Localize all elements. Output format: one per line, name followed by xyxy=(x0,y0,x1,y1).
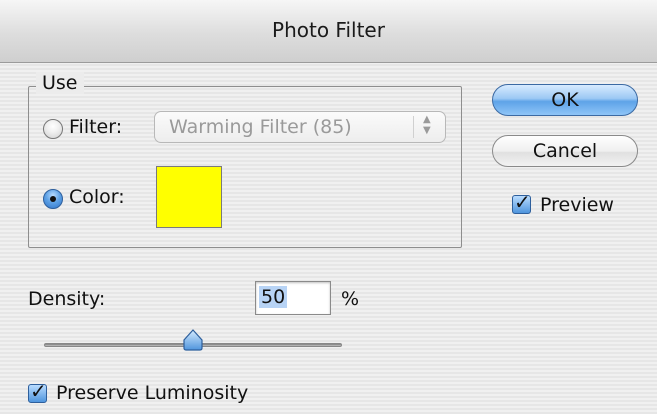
filter-select: Warming Filter (85) ▲ ▼ xyxy=(154,111,446,143)
use-group-legend: Use xyxy=(36,72,84,94)
ok-button[interactable]: OK xyxy=(492,84,638,116)
density-label: Density: xyxy=(28,288,106,310)
preserve-luminosity-checkbox[interactable]: ✓ xyxy=(28,379,47,403)
color-radio[interactable] xyxy=(43,189,63,209)
up-down-arrows-icon: ▲ ▼ xyxy=(423,114,431,136)
preserve-luminosity-label: Preserve Luminosity xyxy=(56,382,249,404)
checkmark-icon: ✓ xyxy=(514,190,531,214)
checkmark-icon: ✓ xyxy=(30,379,47,403)
color-label: Color: xyxy=(69,186,125,208)
preview-checkbox[interactable]: ✓ xyxy=(512,190,531,214)
filter-label: Filter: xyxy=(69,116,123,138)
dialog-titlebar: Photo Filter xyxy=(0,0,657,63)
density-value: 50 xyxy=(259,286,288,308)
filter-select-value: Warming Filter (85) xyxy=(169,116,352,138)
select-divider xyxy=(413,116,414,138)
preview-label: Preview xyxy=(540,194,614,216)
cancel-button[interactable]: Cancel xyxy=(492,135,638,167)
color-swatch[interactable] xyxy=(156,166,222,228)
density-slider-thumb[interactable] xyxy=(181,328,205,352)
filter-radio[interactable] xyxy=(43,119,63,139)
density-input[interactable]: 50 xyxy=(255,281,331,315)
density-unit: % xyxy=(341,288,360,310)
dialog-title: Photo Filter xyxy=(272,18,385,42)
